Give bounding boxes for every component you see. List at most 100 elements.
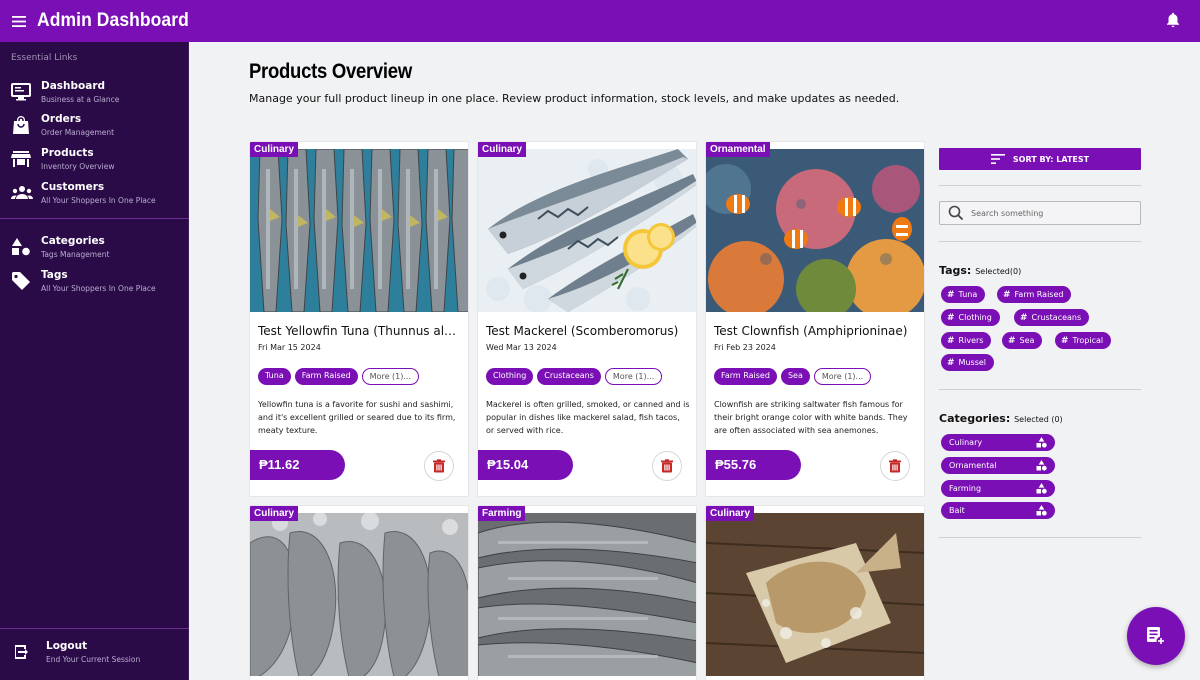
sidebar-item-customers[interactable]: Customers All Your Shoppers In One Place [0,179,189,211]
tag-chip[interactable]: Sea [780,368,810,385]
product-name[interactable]: Test Mackerel (Scomberomorus) [486,324,691,338]
app-title: Admin Dashboard [37,10,189,31]
logout-button[interactable]: Logout End Your Current Session [0,628,189,680]
tag-label: Sea [1019,336,1035,345]
trash-icon [889,459,901,473]
filter-category-ornamental[interactable]: Ornamental [941,457,1055,474]
sidebar-item-subtitle: Business at a Glance [41,95,120,104]
product-image [250,513,468,676]
category-chip-label: Culinary [949,438,983,447]
tags-heading: Tags: Selected(0) [939,264,1021,277]
page-title: Products Overview [249,60,412,83]
filter-tag-clothing[interactable]: # Clothing [941,309,1000,326]
filter-tag-farm-raised[interactable]: # Farm Raised [997,286,1072,303]
product-tags: Tuna Farm Raised More (1)... [258,368,419,385]
divider [939,389,1141,390]
product-card[interactable]: Culinary [249,505,469,680]
sidebar-item-dashboard[interactable]: Dashboard Business at a Glance [0,78,189,110]
sidebar: Essential Links Dashboard Business at a … [0,42,189,680]
tag-label: Crustaceans [1031,313,1082,322]
sidebar-item-subtitle: All Your Shoppers In One Place [41,196,156,205]
sidebar-item-subtitle: Tags Management [41,250,110,259]
sort-button[interactable]: SORT BY: LATEST [939,148,1141,170]
search-input[interactable] [971,208,1131,218]
sidebar-item-categories[interactable]: Categories Tags Management [0,233,189,265]
category-label: Culinary [250,506,299,521]
filter-tag-rivers[interactable]: # Rivers [941,332,992,349]
menu-icon[interactable] [1,0,37,42]
filter-tag-sea[interactable]: # Sea [1002,332,1043,349]
tag-chip[interactable]: Clothing [486,368,534,385]
shopping-bag-icon [11,115,31,135]
filter-category-culinary[interactable]: Culinary [941,434,1055,451]
filter-tag-crustaceans[interactable]: # Crustaceans [1014,309,1090,326]
filter-category-farming[interactable]: Farming [941,480,1055,497]
product-card[interactable]: Culinary Test Yellowfin Tuna (Thunnus al… [249,141,469,497]
categories-heading-label: Categories: [939,412,1011,425]
shapes-icon [1036,505,1047,516]
product-name[interactable]: Test Clownfish (Amphiprioninae) [714,324,919,338]
product-name[interactable]: Test Yellowfin Tuna (Thunnus albacares) [258,324,463,338]
product-card[interactable]: Culinary Test Mackerel (Scomberomorus) W… [477,141,697,497]
sidebar-item-subtitle: All Your Shoppers In One Place [41,284,156,293]
sidebar-item-label: Products [41,147,94,159]
tag-chip[interactable]: Tuna [258,368,291,385]
product-image [706,149,924,312]
category-label: Culinary [706,506,755,521]
hash-icon: # [947,289,955,300]
add-product-icon [1147,627,1166,646]
logout-label: Logout [46,640,88,652]
tag-chip[interactable]: Farm Raised [714,368,777,385]
tag-label: Rivers [958,336,984,345]
filter-category-bait[interactable]: Bait [941,502,1055,519]
delete-button[interactable] [424,451,454,481]
tag-label: Clothing [958,313,992,322]
trash-icon [661,459,673,473]
sidebar-divider [0,218,189,219]
product-card[interactable]: Culinary [705,505,925,680]
filter-tag-tropical[interactable]: # Tropical [1055,332,1112,349]
category-chip-label: Bait [949,506,965,515]
product-card[interactable]: Ornamental Test Clownfish (Amphiprionina… [705,141,925,497]
tag-label: Tropical [1072,336,1104,345]
tags-heading-label: Tags: [939,264,972,277]
delete-button[interactable] [652,451,682,481]
sidebar-item-products[interactable]: Products Inventory Overview [0,145,189,177]
product-image [706,513,924,676]
tags-selected-count: Selected(0) [975,267,1022,276]
tag-chip[interactable]: Farm Raised [294,368,358,385]
price-badge: ₱15.04 [478,450,573,480]
search-field[interactable] [939,201,1141,225]
sidebar-item-subtitle: Inventory Overview [41,162,115,171]
add-product-button[interactable] [1127,607,1185,665]
category-chip-label: Ornamental [949,461,997,470]
sidebar-item-label: Orders [41,113,82,125]
product-date: Wed Mar 13 2024 [486,343,557,352]
filter-tag-tuna[interactable]: # Tuna [941,286,986,303]
category-label: Farming [478,506,526,521]
hash-icon: # [1020,312,1028,323]
store-icon [11,149,31,169]
hash-icon: # [1008,335,1016,346]
filter-tag-mussel[interactable]: # Mussel [941,354,994,371]
divider [939,241,1141,242]
product-card[interactable]: Farming [477,505,697,680]
product-date: Fri Feb 23 2024 [714,343,776,352]
tag-chip[interactable]: Crustaceans [537,368,601,385]
shapes-icon [1036,460,1047,471]
more-tags-chip[interactable]: More (1)... [361,368,419,385]
notification-bell-icon[interactable] [1166,12,1182,30]
price-badge: ₱55.76 [706,450,801,480]
tag-label: Mussel [958,358,986,367]
tag-icon [11,271,31,291]
delete-button[interactable] [880,451,910,481]
product-date: Fri Mar 15 2024 [258,343,321,352]
more-tags-chip[interactable]: More (1)... [604,368,663,385]
logout-icon [12,643,30,661]
more-tags-chip[interactable]: More (1)... [813,368,872,385]
category-label: Culinary [478,142,527,157]
sidebar-item-label: Categories [41,235,105,247]
category-label: Culinary [250,142,299,157]
sidebar-item-tags[interactable]: Tags All Your Shoppers In One Place [0,267,189,299]
sidebar-item-orders[interactable]: Orders Order Management [0,111,189,143]
